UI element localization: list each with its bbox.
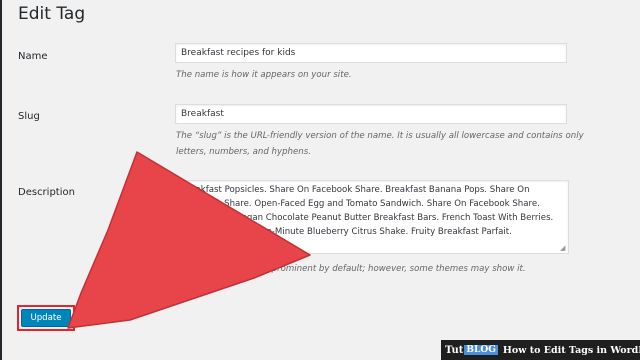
delete-link[interactable]: Delete [81,312,109,322]
name-input[interactable] [175,43,567,63]
watermark-title: How to Edit Tags in WordPress [502,344,640,356]
description-label: Description [18,187,75,198]
watermark-bar: Tut BLOG How to Edit Tags in WordPress [441,340,640,360]
slug-help-text: The “slug” is the URL-friendly version o… [176,131,584,157]
update-button[interactable]: Update [21,309,71,327]
description-help-text: The description is not prominent by defa… [176,264,526,274]
watermark-logo: Tut BLOG [445,345,498,356]
watermark-logo-text: Tut [445,344,464,356]
resize-grip-icon[interactable]: ◢ [560,245,567,252]
slug-label: Slug [18,111,40,122]
name-label: Name [18,51,48,62]
description-textarea[interactable]: Breakfast Popsicles. Share On Facebook S… [175,180,569,254]
watermark-logo-badge: BLOG [464,345,498,355]
slug-input[interactable] [175,104,567,124]
page-title: Edit Tag [18,4,86,24]
admin-sidebar-edge [0,0,2,360]
name-help-text: The name is how it appears on your site. [176,70,352,80]
